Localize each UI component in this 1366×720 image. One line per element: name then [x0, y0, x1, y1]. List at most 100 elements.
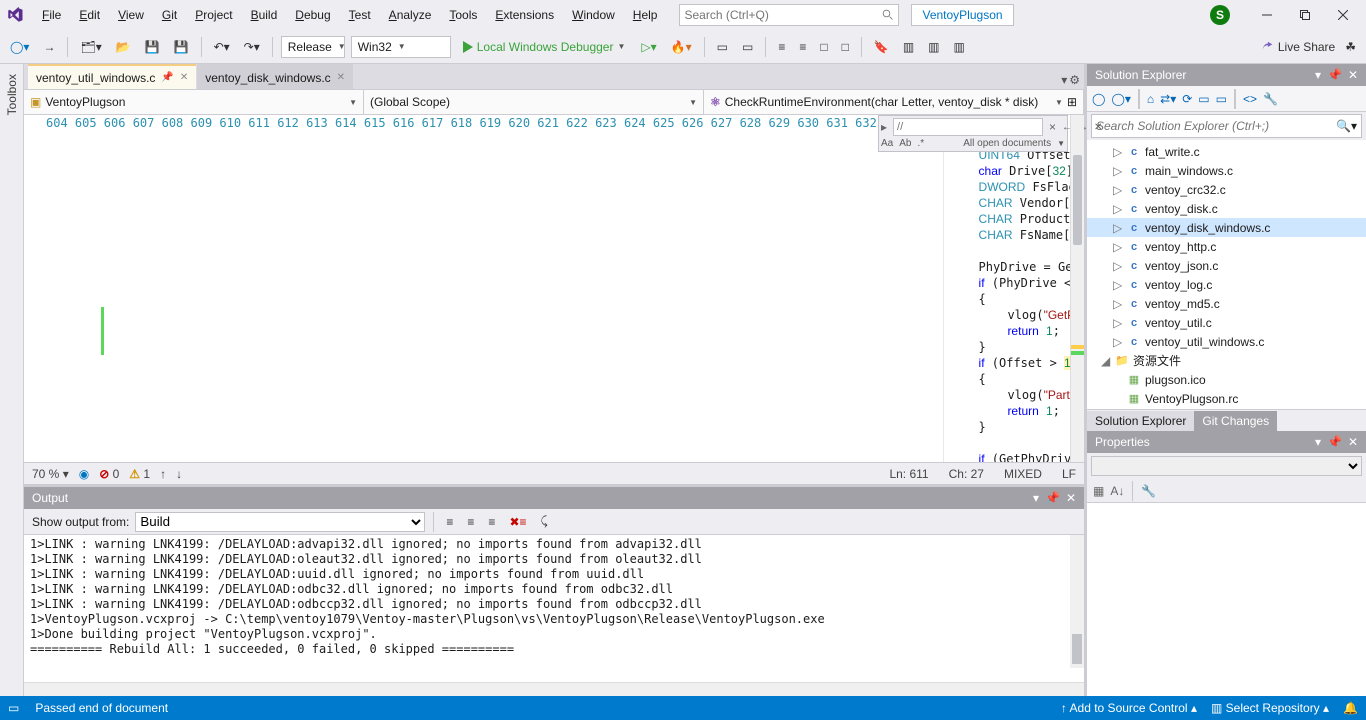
menu-git[interactable]: Git	[154, 4, 185, 26]
step-tool2-icon[interactable]: ▭	[738, 38, 757, 56]
output-autohide-icon[interactable]: ▾	[1033, 491, 1039, 505]
select-repository[interactable]: ▥ Select Repository ▴	[1211, 701, 1329, 715]
run-button[interactable]: Local Windows Debugger ▼	[457, 38, 632, 56]
close-tab-icon[interactable]: ✕	[337, 72, 345, 83]
find-close2-icon[interactable]: ✕	[1094, 122, 1102, 133]
split-icon[interactable]: ⊞	[1067, 95, 1077, 109]
save-icon[interactable]: 💾	[141, 38, 164, 56]
title-search[interactable]	[679, 4, 899, 26]
live-share-button[interactable]: Live Share	[1260, 40, 1335, 54]
output-source-dropdown[interactable]: Build	[135, 512, 425, 532]
tab-settings-icon[interactable]: ⚙	[1069, 73, 1080, 87]
outdent-icon[interactable]: ≡	[795, 38, 810, 56]
match-case-icon[interactable]: Aa	[881, 138, 893, 149]
props-autohide-icon[interactable]: ▾	[1315, 435, 1321, 449]
title-search-input[interactable]	[684, 8, 882, 22]
mini-find-input[interactable]	[893, 118, 1043, 136]
redo-icon[interactable]: ↷▾	[240, 38, 264, 56]
output-wrap-icon[interactable]: ⤹	[537, 512, 552, 531]
context-scope-dropdown[interactable]: (Global Scope)▼	[364, 90, 704, 114]
sol-switch-icon[interactable]: ⇄▾	[1159, 91, 1177, 107]
editor-scrollbar[interactable]	[1070, 115, 1084, 462]
sol-pin-icon[interactable]: 📌	[1327, 68, 1342, 82]
bookmark-clear-icon[interactable]: ▥	[950, 38, 969, 56]
props-pages-icon[interactable]: 🔧	[1141, 484, 1156, 498]
chevron-right-icon[interactable]: ▷	[1113, 240, 1123, 254]
minimize-button[interactable]	[1250, 1, 1284, 29]
properties-object-dropdown[interactable]	[1091, 456, 1362, 476]
tree-file[interactable]: ▦plugson.ico	[1087, 370, 1366, 389]
add-source-control[interactable]: ↑ Add to Source Control ▴	[1061, 701, 1197, 715]
tree-file[interactable]: ▷cventoy_log.c	[1087, 275, 1366, 294]
comment-icon[interactable]: □	[816, 38, 831, 56]
open-file-icon[interactable]: 📂	[112, 38, 135, 56]
uncomment-icon[interactable]: □	[838, 38, 853, 56]
menu-project[interactable]: Project	[187, 4, 240, 26]
warnings-indicator[interactable]: ⚠ 1	[129, 467, 150, 481]
close-button[interactable]	[1326, 1, 1360, 29]
notifications-icon[interactable]: 🔔	[1343, 701, 1358, 715]
props-categorized-icon[interactable]: ▦	[1093, 484, 1104, 498]
sol-show-all-icon[interactable]: ▭	[1215, 91, 1228, 107]
tab-overflow-icon[interactable]: ▾	[1061, 73, 1067, 87]
forward-nav-icon[interactable]: →	[39, 38, 59, 56]
maximize-button[interactable]	[1288, 1, 1322, 29]
output-close-icon[interactable]: ✕	[1066, 491, 1076, 505]
menu-edit[interactable]: Edit	[71, 4, 108, 26]
sol-props-icon[interactable]: 🔧	[1262, 91, 1279, 107]
close-tab-icon[interactable]: ✕	[180, 72, 188, 83]
chevron-right-icon[interactable]: ▷	[1113, 145, 1123, 159]
tree-file[interactable]: ▷cventoy_md5.c	[1087, 294, 1366, 313]
sol-fwd-icon[interactable]: ◯▾	[1110, 91, 1131, 107]
sol-code-icon[interactable]: <>	[1242, 91, 1258, 107]
regex-icon[interactable]: .*	[917, 138, 924, 149]
tree-folder[interactable]: ◢📁资源文件	[1087, 351, 1366, 370]
menu-tools[interactable]: Tools	[441, 4, 485, 26]
tab-solution-explorer[interactable]: Solution Explorer	[1087, 411, 1194, 431]
doc-tab[interactable]: ventoy_util_windows.c📌✕	[28, 64, 196, 89]
feedback-icon[interactable]: ☘	[1341, 38, 1360, 56]
props-pin-icon[interactable]: 📌	[1327, 435, 1342, 449]
solution-name[interactable]: VentoyPlugson	[911, 4, 1013, 26]
solution-search-input[interactable]	[1096, 119, 1336, 133]
run-without-debug-icon[interactable]: ▷▾	[637, 38, 660, 56]
sol-autohide-icon[interactable]: ▾	[1315, 68, 1321, 82]
issues-icon[interactable]: ◉	[79, 467, 89, 481]
find-scope[interactable]: All open documents	[963, 138, 1051, 149]
line-endings[interactable]: MIXED	[1004, 467, 1042, 481]
errors-indicator[interactable]: ⊘ 0	[99, 467, 119, 481]
nav-prev-icon[interactable]: ↑	[160, 467, 166, 481]
menu-extensions[interactable]: Extensions	[487, 4, 562, 26]
bookmark-prev-icon[interactable]: ▥	[899, 38, 918, 56]
tree-file[interactable]: ▷cventoy_crc32.c	[1087, 180, 1366, 199]
tree-file[interactable]: ▷cventoy_json.c	[1087, 256, 1366, 275]
menu-test[interactable]: Test	[341, 4, 379, 26]
menu-window[interactable]: Window	[564, 4, 623, 26]
pin-icon[interactable]: 📌	[161, 72, 173, 83]
nav-next-icon[interactable]: ↓	[176, 467, 182, 481]
back-nav-icon[interactable]: ◯▾	[6, 38, 33, 56]
props-close-icon[interactable]: ✕	[1348, 435, 1358, 449]
sol-home-icon[interactable]: ⌂	[1146, 91, 1155, 107]
sol-sync-icon[interactable]: ⟳	[1181, 91, 1193, 107]
chevron-right-icon[interactable]: ▷	[1113, 278, 1123, 292]
menu-analyze[interactable]: Analyze	[381, 4, 440, 26]
chevron-right-icon[interactable]: ▷	[1113, 164, 1123, 178]
zoom-dropdown[interactable]: 70 % ▾	[32, 467, 69, 481]
output-hscrollbar[interactable]	[24, 682, 1084, 696]
tree-file[interactable]: ▷cventoy_disk.c	[1087, 199, 1366, 218]
chevron-right-icon[interactable]: ▷	[1113, 183, 1123, 197]
menu-help[interactable]: Help	[625, 4, 666, 26]
undo-icon[interactable]: ↶▾	[210, 38, 234, 56]
sol-collapse-icon[interactable]: ▭	[1197, 91, 1210, 107]
hot-reload-icon[interactable]: 🔥▾	[667, 38, 696, 56]
menu-debug[interactable]: Debug	[287, 4, 338, 26]
sol-back-icon[interactable]: ◯	[1091, 91, 1106, 107]
chevron-right-icon[interactable]: ▷	[1113, 316, 1123, 330]
user-badge[interactable]: S	[1210, 5, 1230, 25]
doc-tab[interactable]: ventoy_disk_windows.c✕	[197, 64, 353, 89]
toolbox-tab[interactable]: Toolbox	[3, 70, 21, 119]
whole-word-icon[interactable]: Ab	[899, 138, 911, 149]
menu-build[interactable]: Build	[243, 4, 286, 26]
config-dropdown[interactable]: Release▼	[281, 36, 345, 58]
